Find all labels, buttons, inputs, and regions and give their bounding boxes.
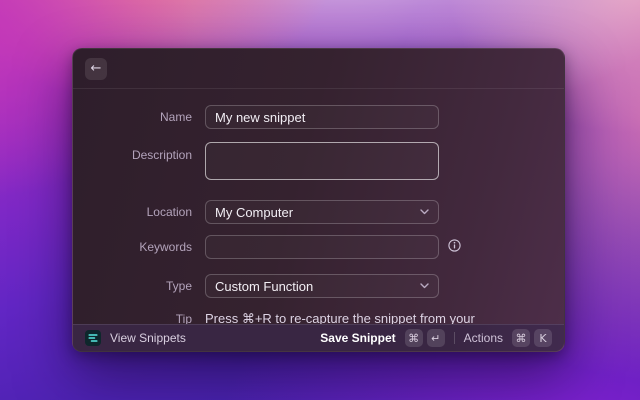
location-select[interactable]: My Computer [205,200,439,224]
form-row-type: Type Custom Function [73,274,439,298]
footer-bar: View Snippets Save Snippet ⌘ ↵ Actions ⌘… [73,324,564,351]
location-value: My Computer [215,204,294,220]
snippets-list-icon [85,330,101,346]
desktop-wallpaper: ← Name My new snippet Description Locati… [0,0,640,400]
form-row-keywords: Keywords [73,235,461,259]
return-key-icon: ↵ [426,329,445,347]
location-label: Location [146,205,192,219]
form-content: Name My new snippet Description Location… [73,90,564,324]
footer-actions: Save Snippet ⌘ ↵ Actions ⌘ K [320,329,552,347]
tip-label: Tip [175,312,192,324]
info-circle-icon [448,239,461,255]
type-value: Custom Function [215,278,314,294]
chevron-down-icon [420,209,429,215]
type-label: Type [165,279,192,293]
name-label: Name [159,110,192,124]
back-button[interactable]: ← [85,58,107,80]
actions-label: Actions [463,331,503,345]
save-snippet-button[interactable]: Save Snippet ⌘ ↵ [320,329,445,347]
tip-text: Press ⌘+R to re-capture the snippet from… [205,311,475,324]
form-row-tip: Tip Press ⌘+R to re-capture the snippet … [73,311,475,324]
cmd-key-icon: ⌘ [404,329,423,347]
view-snippets-label: View Snippets [110,331,186,345]
form-row-description: Description [73,142,439,180]
footer-context: View Snippets [85,330,186,346]
footer-divider [453,332,455,344]
type-select[interactable]: Custom Function [205,274,439,298]
keywords-info-button[interactable] [448,239,461,255]
k-key: K [534,329,552,347]
form-row-name: Name My new snippet [73,105,439,129]
name-input[interactable]: My new snippet [205,105,439,129]
name-value: My new snippet [215,109,306,125]
keywords-input[interactable] [205,235,439,259]
description-textarea[interactable] [205,142,439,180]
form-row-location: Location My Computer [73,200,439,224]
create-snippet-window: ← Name My new snippet Description Locati… [72,48,565,352]
description-label: Description [131,148,192,162]
cmd-key-icon: ⌘ [512,329,530,347]
actions-button[interactable]: Actions ⌘ K [464,329,552,347]
window-header: ← [73,49,564,89]
keywords-label: Keywords [139,240,192,254]
save-snippet-label: Save Snippet [320,331,396,345]
chevron-down-icon [420,283,429,289]
